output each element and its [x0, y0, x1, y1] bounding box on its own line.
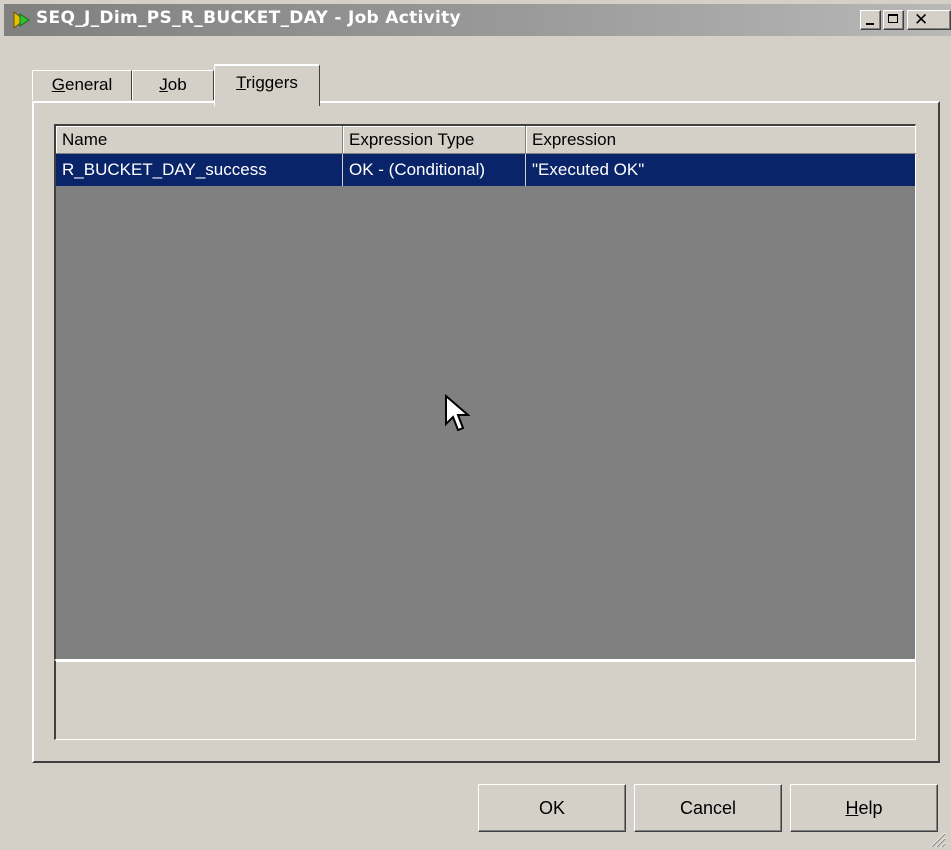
help-access-key: H	[845, 798, 859, 818]
column-header-expression-type[interactable]: Expression Type	[343, 126, 526, 154]
table-row[interactable]: R_BUCKET_DAY_success OK - (Conditional) …	[56, 154, 915, 186]
tab-job-access-key: J	[159, 75, 168, 94]
window-title: SEQ_J_Dim_PS_R_BUCKET_DAY - Job Activity	[36, 8, 461, 28]
close-button[interactable]: ✕	[907, 10, 951, 30]
grid-header: Name Expression Type Expression	[56, 126, 916, 154]
expression-type-cell[interactable]: OK - (Conditional)	[343, 154, 526, 186]
help-button[interactable]: Help	[790, 784, 938, 832]
expression-cell[interactable]: "Executed OK"	[526, 154, 916, 186]
trigger-name-cell[interactable]: R_BUCKET_DAY_success	[56, 154, 343, 186]
column-header-expression[interactable]: Expression	[526, 126, 916, 154]
tab-job-label: ob	[167, 75, 187, 94]
tab-triggers-access-key: T	[236, 73, 246, 92]
tab-general-label: eneral	[64, 75, 113, 94]
tab-job[interactable]: Job	[132, 70, 214, 100]
column-header-name[interactable]: Name	[56, 126, 343, 154]
minimize-button[interactable]	[860, 10, 881, 30]
tab-general[interactable]: General	[32, 70, 132, 100]
ok-button[interactable]: OK	[478, 784, 626, 832]
minimize-icon	[866, 23, 874, 25]
tab-triggers-label: riggers	[245, 73, 298, 92]
mouse-cursor-icon	[445, 394, 470, 432]
cancel-button[interactable]: Cancel	[634, 784, 782, 832]
triggers-grid[interactable]: Name Expression Type Expression R_BUCKET…	[54, 124, 916, 660]
maximize-button[interactable]	[883, 10, 904, 30]
help-button-label: elp	[858, 798, 883, 818]
tab-general-access-key: G	[51, 75, 65, 94]
job-activity-icon	[13, 10, 30, 30]
close-icon: ✕	[914, 10, 929, 30]
maximize-icon	[888, 14, 898, 23]
job-activity-dialog: SEQ_J_Dim_PS_R_BUCKET_DAY - Job Activity…	[0, 0, 951, 850]
description-box	[54, 660, 916, 740]
resize-grip-icon[interactable]	[926, 828, 946, 848]
tab-triggers[interactable]: Triggers	[214, 64, 320, 106]
title-bar[interactable]: SEQ_J_Dim_PS_R_BUCKET_DAY - Job Activity…	[4, 4, 951, 36]
